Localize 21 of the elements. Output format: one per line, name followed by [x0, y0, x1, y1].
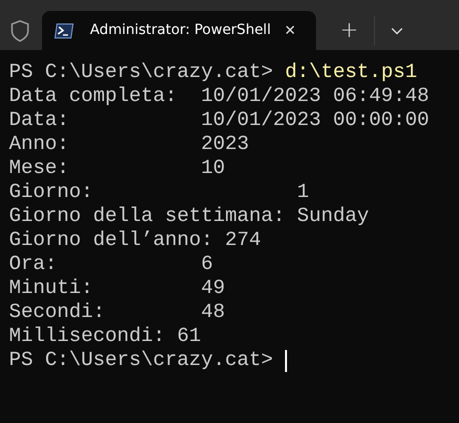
output-line: Minuti: 49 [9, 277, 226, 301]
new-tab-button[interactable]: + [340, 20, 358, 42]
prompt-text: PS C:\Users\crazy.cat> [9, 61, 274, 85]
prompt-text: PS C:\Users\crazy.cat> [9, 349, 274, 373]
tab-title: Administrator: PowerShell [90, 21, 271, 40]
output-line: Secondi: 48 [9, 301, 226, 325]
output-line: Giorno dell’anno: 274 [9, 229, 262, 253]
close-tab-button[interactable]: ✕ [284, 24, 296, 38]
terminal-icon [54, 22, 74, 38]
chevron-down-icon[interactable] [391, 26, 404, 34]
output-line: Ora: 6 [9, 253, 214, 277]
command-text: d:\test.ps1 [285, 61, 418, 85]
output-line: Giorno della settimana: Sunday [9, 205, 370, 229]
output-line: Millisecondi: 61 [9, 325, 202, 349]
output-line: Data: 10/01/2023 00:00:00 [9, 109, 430, 133]
output-line: Anno: 2023 [9, 133, 250, 157]
output-line: Mese: 10 [9, 157, 226, 181]
output-line: Data completa: 10/01/2023 06:49:48 [9, 85, 430, 109]
terminal-tab[interactable]: Administrator: PowerShell ✕ [42, 11, 316, 50]
output-line: Giorno: 1 [9, 181, 310, 205]
shield-icon[interactable] [10, 20, 30, 42]
